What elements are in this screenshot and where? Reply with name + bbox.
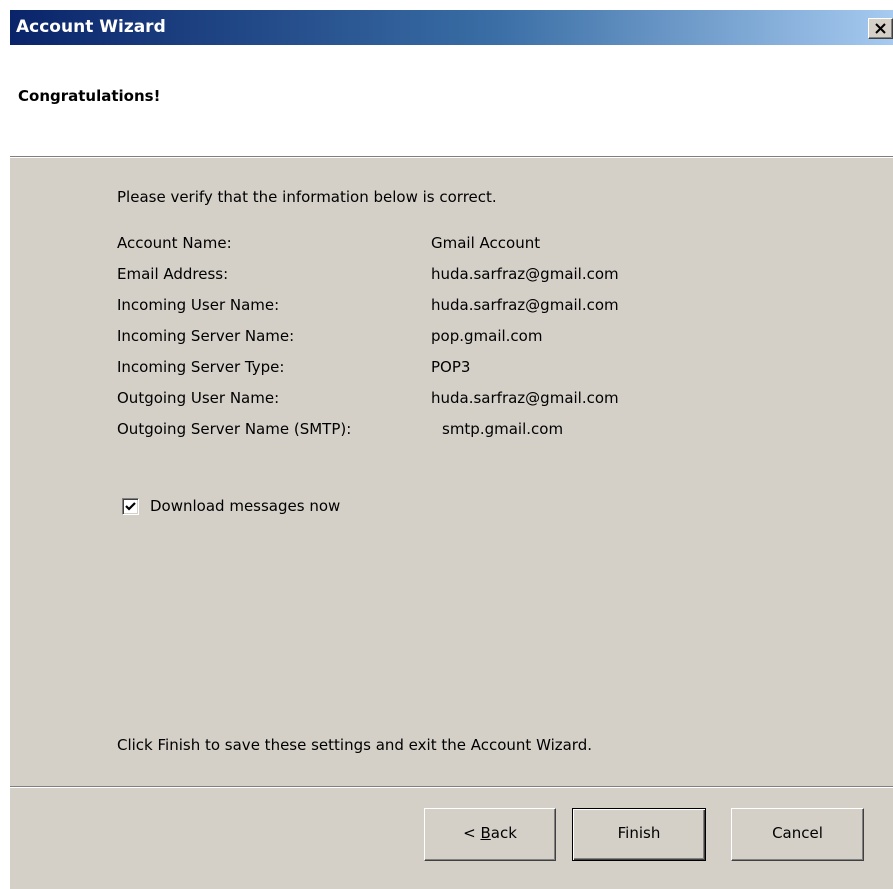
info-value: Gmail Account [431, 234, 541, 252]
info-label: Incoming Server Name: [117, 327, 295, 345]
close-button[interactable] [868, 18, 893, 39]
wizard-header: Congratulations! [10, 45, 893, 158]
page-title: Congratulations! [18, 87, 161, 105]
info-value: huda.sarfraz@gmail.com [431, 389, 619, 407]
info-value: POP3 [431, 358, 471, 376]
download-messages-checkbox[interactable] [122, 498, 139, 515]
info-row-account-name: Account Name: Gmail Account [117, 234, 817, 258]
info-value: huda.sarfraz@gmail.com [431, 296, 619, 314]
verify-instruction: Please verify that the information below… [117, 188, 497, 206]
info-row-outgoing-server-name: Outgoing Server Name (SMTP): smtp.gmail.… [117, 420, 817, 444]
info-label: Email Address: [117, 265, 229, 283]
info-value: smtp.gmail.com [442, 420, 564, 438]
finish-button[interactable]: Finish [572, 808, 706, 861]
back-button-accelerator: B [480, 824, 491, 842]
download-messages-option[interactable]: Download messages now [122, 497, 522, 519]
info-row-incoming-server-type: Incoming Server Type: POP3 [117, 358, 817, 382]
window-title: Account Wizard [16, 17, 166, 37]
info-label: Outgoing User Name: [117, 389, 280, 407]
close-icon [875, 23, 886, 34]
download-messages-label[interactable]: Download messages now [150, 497, 340, 515]
info-row-outgoing-user-name: Outgoing User Name: huda.sarfraz@gmail.c… [117, 389, 817, 413]
info-label: Incoming Server Type: [117, 358, 285, 376]
back-button-prefix: < [463, 824, 481, 842]
info-label: Outgoing Server Name (SMTP): [117, 420, 352, 438]
cancel-button[interactable]: Cancel [731, 808, 864, 861]
back-button[interactable]: < Back [424, 808, 556, 861]
info-row-email-address: Email Address: huda.sarfraz@gmail.com [117, 265, 817, 289]
info-row-incoming-server-name: Incoming Server Name: pop.gmail.com [117, 327, 817, 351]
back-button-rest: ack [490, 824, 517, 842]
finish-instruction: Click Finish to save these settings and … [117, 736, 592, 754]
info-value: huda.sarfraz@gmail.com [431, 265, 619, 283]
info-label: Account Name: [117, 234, 232, 252]
account-wizard-dialog: Account Wizard Congratulations! Please v… [10, 10, 893, 889]
button-separator [10, 786, 893, 788]
info-value: pop.gmail.com [431, 327, 543, 345]
title-bar[interactable]: Account Wizard [10, 10, 893, 45]
info-label: Incoming User Name: [117, 296, 280, 314]
checkmark-icon [125, 502, 136, 511]
info-row-incoming-user-name: Incoming User Name: huda.sarfraz@gmail.c… [117, 296, 817, 320]
